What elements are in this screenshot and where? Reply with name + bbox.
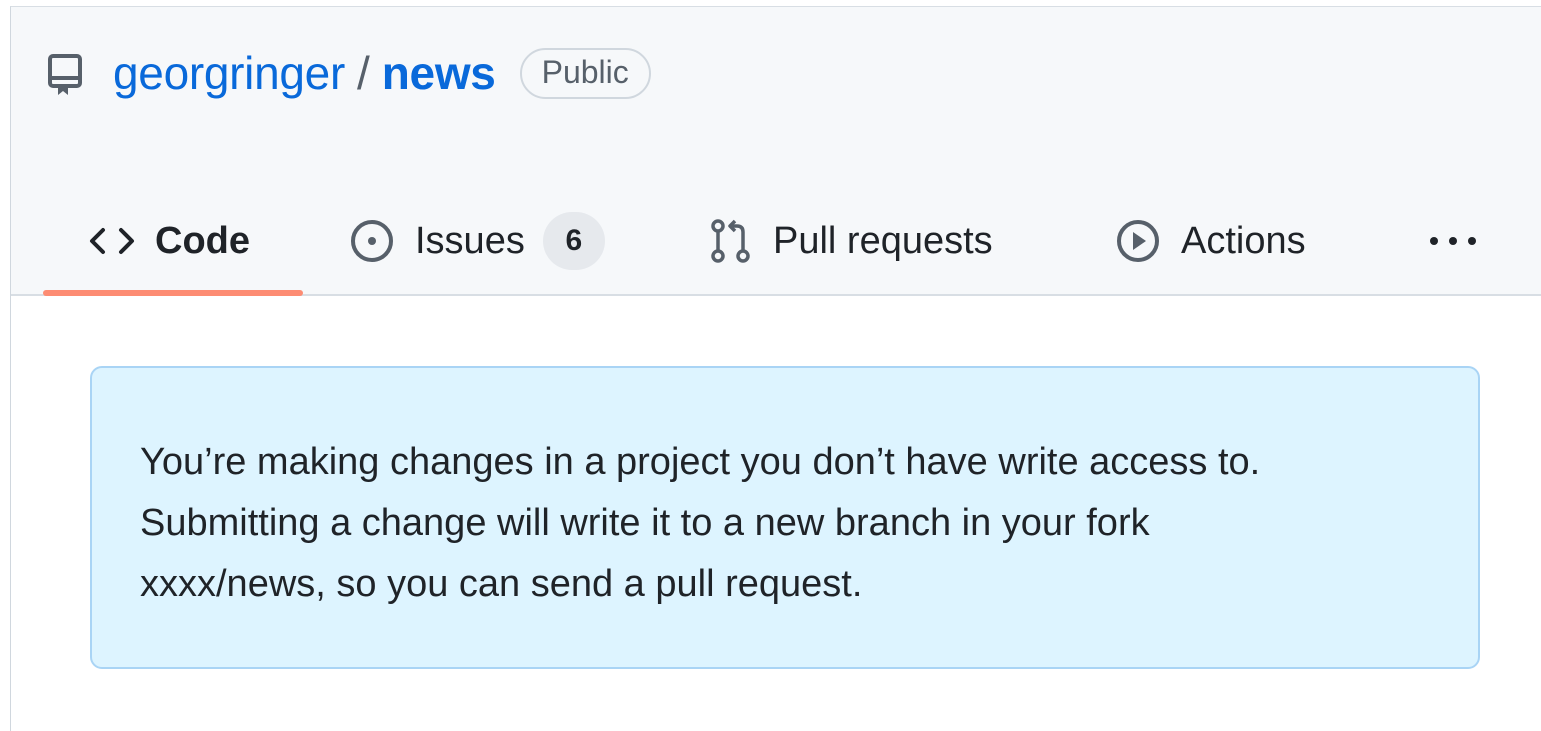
repo-icon xyxy=(48,54,82,95)
flash-line: Submitting a change will write it to a n… xyxy=(140,502,1150,544)
tab-issues[interactable]: Issues 6 xyxy=(349,187,605,295)
repo-header: georgringer / news Public Code Issues 6 xyxy=(11,7,1541,296)
tab-pull-requests-label: Pull requests xyxy=(773,219,993,262)
tab-issues-label: Issues xyxy=(415,219,525,262)
kebab-horizontal-icon xyxy=(1430,237,1476,245)
tab-code-label: Code xyxy=(155,219,250,262)
visibility-badge: Public xyxy=(519,47,651,99)
repo-nav-tabs: Code Issues 6 Pull requests Actions xyxy=(43,187,1513,297)
repo-name-link[interactable]: news xyxy=(382,46,496,100)
more-tabs-button[interactable] xyxy=(1427,187,1479,295)
code-icon xyxy=(90,228,134,254)
git-pull-request-icon xyxy=(711,219,750,263)
flash-line: You’re making changes in a project you d… xyxy=(140,441,1261,483)
issue-opened-icon xyxy=(351,220,393,262)
play-icon xyxy=(1117,220,1159,262)
repo-title-line: georgringer / news Public xyxy=(47,43,651,103)
fork-notice-flash: You’re making changes in a project you d… xyxy=(90,366,1480,669)
tab-actions[interactable]: Actions xyxy=(1115,187,1306,295)
flash-line: xxxx/news, so you can send a pull reques… xyxy=(140,563,863,605)
issues-counter: 6 xyxy=(542,212,605,270)
selected-tab-indicator xyxy=(43,290,303,296)
tab-actions-label: Actions xyxy=(1181,219,1306,262)
app-frame: georgringer / news Public Code Issues 6 xyxy=(10,6,1541,731)
path-separator: / xyxy=(356,47,370,99)
repo-owner-link[interactable]: georgringer xyxy=(113,46,345,100)
tab-code[interactable]: Code xyxy=(89,187,250,295)
tab-pull-requests[interactable]: Pull requests xyxy=(709,187,993,295)
